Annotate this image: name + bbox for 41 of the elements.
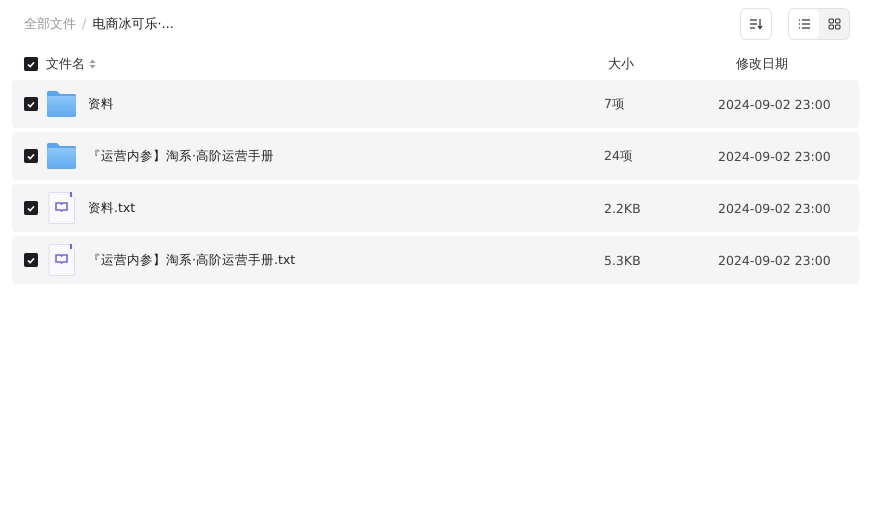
checkbox[interactable] — [24, 149, 38, 163]
breadcrumb-current: 电商冰可乐·... — [92, 16, 174, 33]
checkbox[interactable] — [24, 97, 38, 111]
file-name[interactable]: 资料 — [88, 96, 114, 112]
check-icon — [27, 60, 35, 68]
checkbox[interactable] — [24, 253, 38, 267]
modified-date: 2024-09-02 23:00 — [718, 148, 832, 164]
modified-date: 2024-09-02 23:00 — [718, 200, 832, 216]
file-size: 2.2KB — [603, 200, 642, 216]
document-icon — [47, 244, 76, 276]
check-icon — [27, 256, 35, 264]
grid-icon — [828, 18, 840, 30]
file-name[interactable]: 『运营内参】淘系·高阶运营手册 — [88, 148, 274, 164]
check-icon — [27, 152, 35, 160]
column-header[interactable]: 文件名 — [46, 55, 85, 73]
file-row[interactable]: 资料.txt 2.2KB 2024-09-02 23:00 — [12, 184, 859, 232]
sort-icon — [749, 18, 763, 30]
sort-button[interactable] — [740, 8, 772, 40]
folder-icon — [47, 91, 76, 117]
file-size: 5.3KB — [603, 252, 642, 268]
file-row[interactable]: 资料 7项 2024-09-02 23:00 — [12, 80, 859, 128]
document-icon — [47, 192, 76, 224]
modified-date: 2024-09-02 23:00 — [718, 96, 832, 112]
checkbox[interactable] — [24, 57, 38, 71]
check-icon — [27, 204, 35, 212]
column-header[interactable]: 修改日期 — [722, 55, 859, 73]
file-name[interactable]: 资料.txt — [88, 200, 136, 216]
list-icon — [798, 19, 810, 29]
file-size: 7项 — [603, 96, 626, 112]
column-header[interactable]: 大小 — [596, 55, 722, 73]
file-size: 24项 — [603, 148, 634, 164]
folder-icon — [47, 143, 76, 169]
check-icon — [27, 100, 35, 108]
file-row[interactable]: 『运营内参】淘系·高阶运营手册 24项 2024-09-02 23:00 — [12, 132, 859, 180]
file-name[interactable]: 『运营内参】淘系·高阶运营手册.txt — [88, 252, 296, 268]
file-row[interactable]: 『运营内参】淘系·高阶运营手册.txt 5.3KB 2024-09-02 23:00 — [12, 236, 859, 284]
sort-icon[interactable] — [89, 59, 96, 69]
breadcrumb-separator: / — [82, 16, 86, 32]
list-view-button[interactable] — [789, 9, 819, 39]
checkbox[interactable] — [24, 201, 38, 215]
modified-date: 2024-09-02 23:00 — [718, 252, 832, 268]
